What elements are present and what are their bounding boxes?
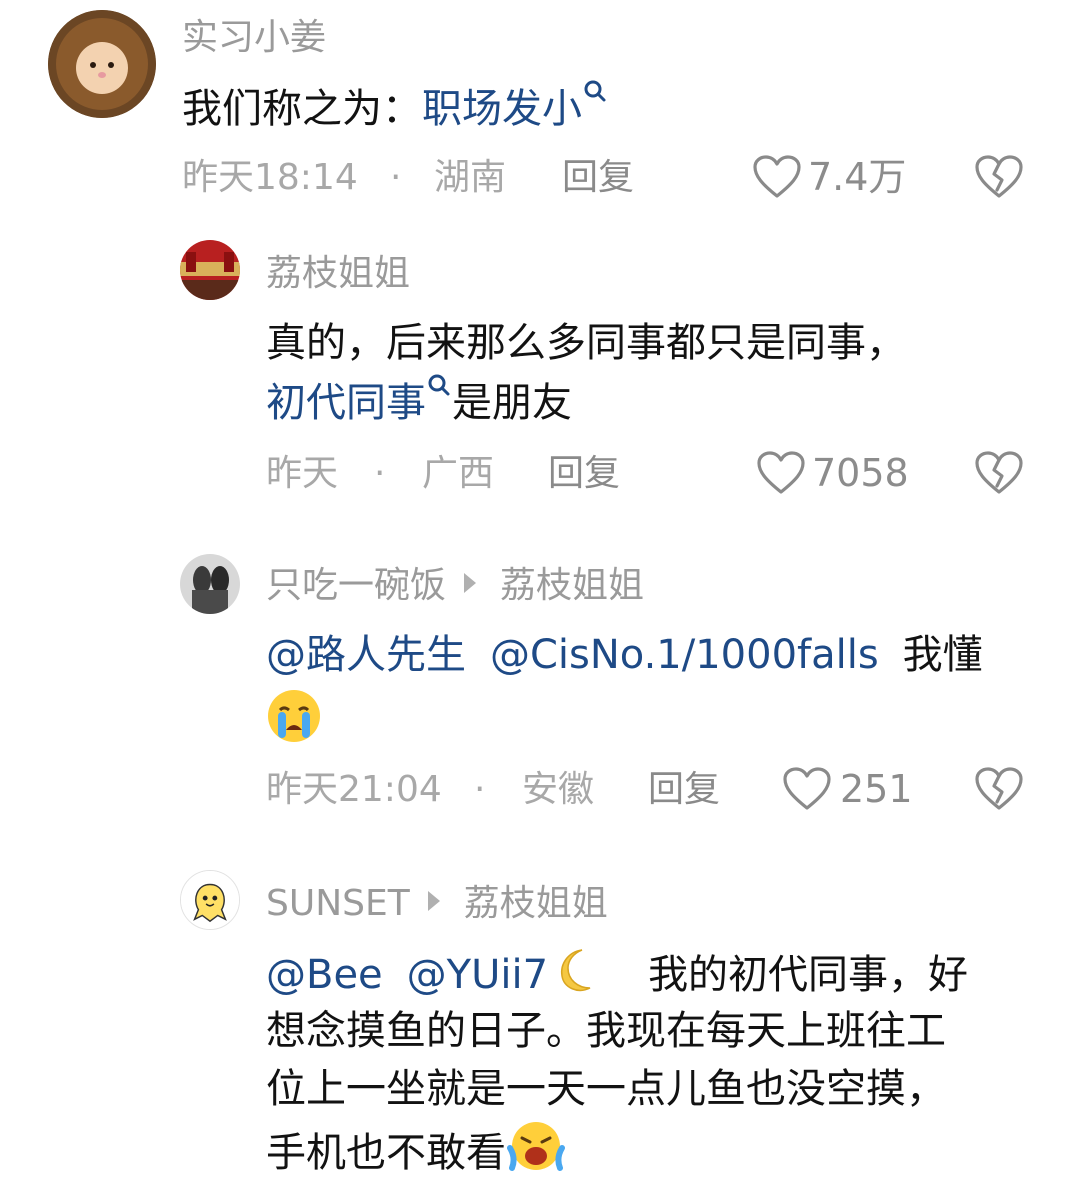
reply-arrow-icon bbox=[464, 573, 477, 593]
search-icon[interactable] bbox=[426, 372, 452, 402]
separator-dot: · bbox=[474, 769, 486, 810]
separator-dot: · bbox=[374, 453, 386, 494]
comment-text: 我们称之为：职场发小 bbox=[182, 78, 608, 138]
comment-text-line: 真的，后来那么多同事都只是同事， bbox=[266, 320, 906, 366]
comment-text-plain: 我的初代同事，好 bbox=[648, 952, 969, 998]
comment-text-plain: 我们称之为： bbox=[182, 86, 422, 132]
username[interactable]: 荔枝姐姐 bbox=[266, 256, 410, 292]
reply-to-username[interactable]: 荔枝姐姐 bbox=[500, 565, 644, 606]
search-icon[interactable] bbox=[582, 78, 608, 108]
comment-time: 昨天18:14 bbox=[182, 157, 358, 198]
avatar-image bbox=[180, 240, 240, 300]
comment-text-line: 手机也不敢看 bbox=[266, 1118, 566, 1182]
cat-lion-avatar-image bbox=[48, 10, 156, 118]
mention-link[interactable]: @Bee bbox=[266, 952, 383, 998]
broken-heart-icon[interactable] bbox=[974, 450, 1024, 496]
username-link[interactable]: SUNSET bbox=[266, 883, 410, 924]
search-link[interactable]: 职场发小 bbox=[422, 86, 582, 132]
separator-dot: · bbox=[390, 157, 402, 198]
broken-heart-icon[interactable] bbox=[974, 766, 1024, 812]
crying-emoji-icon bbox=[266, 688, 322, 748]
comment-time: 昨天21:04 bbox=[266, 769, 442, 810]
like-count: 7.4万 bbox=[808, 155, 907, 199]
reply-button[interactable]: 回复 bbox=[548, 456, 620, 492]
username: SUNSET 荔枝姐姐 bbox=[266, 886, 608, 922]
mention-link[interactable]: @路人先生 bbox=[266, 632, 466, 678]
comment-location: 安徽 bbox=[522, 769, 595, 810]
reply-arrow-icon bbox=[427, 891, 440, 911]
comment-text-line: 想念摸鱼的日子。我现在每天上班往工 bbox=[266, 1008, 946, 1054]
like-count: 7058 bbox=[812, 451, 909, 495]
search-link[interactable]: 初代同事 bbox=[266, 380, 426, 426]
crescent-moon-icon bbox=[561, 949, 591, 992]
avatar[interactable] bbox=[48, 10, 156, 118]
avatar[interactable] bbox=[180, 554, 240, 614]
comment-text-plain: 是朋友 bbox=[452, 380, 572, 426]
comment-time: 昨天 bbox=[266, 453, 339, 494]
username[interactable]: 实习小姜 bbox=[182, 20, 326, 56]
comment-location: 广西 bbox=[422, 453, 495, 494]
username: 只吃一碗饭 荔枝姐姐 bbox=[266, 568, 644, 604]
reply-button[interactable]: 回复 bbox=[562, 160, 634, 196]
broken-heart-icon[interactable] bbox=[974, 154, 1024, 200]
avatar[interactable] bbox=[180, 870, 240, 930]
comment-text-line: @Bee @YUii7 我的初代同事，好 bbox=[266, 944, 968, 1004]
heart-outline-icon[interactable] bbox=[756, 450, 806, 496]
avatar-image bbox=[180, 554, 240, 614]
comment-location: 湖南 bbox=[434, 157, 507, 198]
avatar-image bbox=[181, 871, 239, 929]
mention-link[interactable]: @CisNo.1/1000falls bbox=[490, 632, 879, 678]
comment-text-plain: 手机也不敢看 bbox=[266, 1130, 506, 1176]
reply-to-username[interactable]: 荔枝姐姐 bbox=[464, 883, 608, 924]
comment-text-plain: 我懂 bbox=[902, 632, 983, 678]
comment-text-line: @路人先生 @CisNo.1/1000falls 我懂 bbox=[266, 626, 983, 684]
like-count: 251 bbox=[840, 767, 913, 811]
avatar[interactable] bbox=[180, 240, 240, 300]
comment-text-line: 初代同事 是朋友 bbox=[266, 372, 572, 432]
heart-outline-icon[interactable] bbox=[782, 766, 832, 812]
heart-outline-icon[interactable] bbox=[752, 154, 802, 200]
comment-text-line: 位上一坐就是一天一点儿鱼也没空摸， bbox=[266, 1066, 946, 1112]
username-link[interactable]: 只吃一碗饭 bbox=[266, 565, 446, 606]
crying-loud-emoji-icon bbox=[507, 1122, 565, 1171]
mention-link[interactable]: @YUii7 bbox=[407, 952, 548, 998]
reply-button[interactable]: 回复 bbox=[648, 772, 720, 808]
